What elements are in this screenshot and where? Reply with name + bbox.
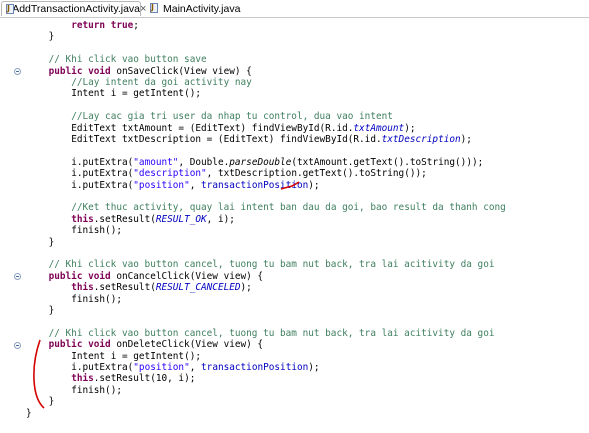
- tab-label: AddTransactionActivity.java: [12, 3, 140, 15]
- code-token: );: [308, 179, 320, 191]
- code-token: );: [460, 134, 472, 145]
- code-token: "amount": [133, 156, 179, 168]
- code-token: );: [308, 362, 320, 373]
- code-line: Intent i = getIntent();: [71, 88, 201, 99]
- code-token: }: [48, 305, 55, 316]
- code-line: }: [49, 237, 55, 248]
- code-token: i.putExtra(: [71, 168, 134, 180]
- code-token: // Khi click vao button save: [48, 54, 207, 66]
- code-token: onSaveClick(View view) {: [110, 65, 252, 77]
- code-token: //Lay intent da goi activity nay: [71, 77, 252, 88]
- code-line: EditText txtDescription = (EditText) fin…: [71, 134, 472, 145]
- code-token: ;: [133, 20, 139, 31]
- code-token: parseDouble: [229, 156, 292, 168]
- code-line: //Lay intent da goi activity nay: [71, 77, 252, 88]
- code-token: onCancelClick(View view) {: [110, 270, 264, 282]
- code-line: i.putExtra("position", transactionPositi…: [71, 362, 319, 373]
- code-token: finish();: [71, 384, 122, 396]
- code-token: }: [26, 407, 32, 419]
- code-token: public void: [48, 339, 111, 351]
- code-line: i.putExtra("position", transactionPositi…: [71, 180, 319, 191]
- tab-mainactivity[interactable]: J MainActivity.java: [146, 1, 246, 16]
- editor-tab-bar: J AddTransactionActivity.java × J MainAc…: [0, 0, 589, 18]
- code-token: txtAmount: [353, 122, 405, 134]
- code-token: finish();: [71, 293, 122, 305]
- code-token: Intent i = getIntent();: [71, 350, 202, 362]
- code-line: }: [26, 408, 32, 419]
- code-token: this: [71, 213, 94, 225]
- code-line: finish();: [71, 385, 122, 396]
- java-file-icon: J: [149, 3, 160, 14]
- tab-addtransactionactivity[interactable]: J AddTransactionActivity.java: [1, 1, 141, 16]
- code-token: }: [48, 31, 55, 43]
- code-token: i.putExtra(: [71, 362, 134, 373]
- code-token: // Khi click vao button cancel, tuong tu…: [48, 259, 495, 271]
- code-token: RESULT_CANCELED: [155, 282, 241, 294]
- code-line: // Khi click vao button cancel, tuong tu…: [49, 259, 495, 270]
- code-token: EditText txtAmount = (EditText) findView…: [71, 122, 354, 134]
- code-token: .setResult(10, i);: [93, 373, 196, 385]
- fold-toggle-icon[interactable]: [14, 341, 21, 349]
- code-token: , i);: [206, 213, 235, 225]
- code-line: public void onSaveClick(View view) {: [49, 66, 252, 77]
- code-token: // Khi click vao button cancel, tuong tu…: [48, 327, 495, 339]
- code-line: this.setResult(RESULT_OK, i);: [71, 214, 235, 225]
- code-token: }: [48, 236, 55, 248]
- code-token: i.putExtra(: [71, 156, 134, 168]
- code-line: //Lay cac gia tri user da nhap tu contro…: [71, 111, 393, 122]
- code-token: }: [48, 396, 55, 408]
- code-token: EditText txtDescription = (EditText) fin…: [71, 134, 382, 145]
- code-line: // Khi click vao button save: [49, 54, 207, 65]
- code-line: }: [49, 305, 55, 316]
- code-line: this.setResult(RESULT_CANCELED);: [71, 282, 252, 293]
- code-line: }: [49, 31, 55, 42]
- code-token: "position": [133, 362, 190, 373]
- code-token: , txtDescription.getText().toString());: [206, 168, 427, 180]
- code-token: public void: [48, 65, 111, 77]
- code-token: i.putExtra(: [71, 179, 134, 191]
- code-line: public void onCancelClick(View view) {: [49, 271, 264, 282]
- java-file-icon: J: [5, 3, 14, 15]
- code-token: , Double.: [178, 156, 230, 168]
- code-line: return true;: [71, 20, 139, 31]
- code-token: .setResult(: [93, 213, 156, 225]
- code-token: RESULT_OK: [155, 213, 207, 225]
- code-token: this: [71, 373, 94, 385]
- code-token: //Ket thuc activity, quay lai intent ban…: [71, 202, 506, 214]
- code-token: transactionPosition: [201, 179, 309, 191]
- fold-toggle-icon[interactable]: [14, 273, 21, 281]
- code-token: transactionPosition: [201, 362, 309, 373]
- code-token: this: [71, 282, 94, 294]
- code-line: i.putExtra("description", txtDescription…: [71, 168, 427, 179]
- code-token: return true: [71, 20, 134, 31]
- code-line: i.putExtra("amount", Double.parseDouble(…: [71, 157, 483, 168]
- code-line: this.setResult(10, i);: [71, 373, 195, 384]
- code-line: finish();: [71, 294, 122, 305]
- code-token: "position": [133, 179, 190, 191]
- code-token: txtDescription: [381, 134, 461, 145]
- code-line: public void onDeleteClick(View view) {: [49, 339, 264, 350]
- code-token: finish();: [71, 225, 122, 237]
- code-token: public void: [48, 270, 111, 282]
- code-token: ,: [189, 362, 202, 373]
- code-line: Intent i = getIntent();: [71, 351, 201, 362]
- code-token: );: [404, 122, 416, 134]
- code-line: EditText txtAmount = (EditText) findView…: [71, 123, 415, 134]
- code-token: ,: [189, 179, 202, 191]
- code-token: (txtAmount.getText().toString()));: [291, 156, 484, 168]
- code-line: //Ket thuc activity, quay lai intent ban…: [71, 202, 506, 213]
- code-token: Intent i = getIntent();: [71, 88, 202, 100]
- fold-toggle-icon[interactable]: [14, 68, 21, 76]
- code-line: }: [49, 396, 55, 407]
- tab-label: MainActivity.java: [163, 2, 241, 15]
- code-line: // Khi click vao button cancel, tuong tu…: [49, 328, 495, 339]
- code-token: .setResult(: [93, 282, 156, 294]
- code-token: "description": [133, 168, 207, 180]
- code-editor[interactable]: return true;} // Khi click vao button sav…: [0, 18, 589, 433]
- code-line: finish();: [71, 225, 122, 236]
- code-token: onDeleteClick(View view) {: [110, 339, 264, 351]
- code-token: //Lay cac gia tri user da nhap tu contro…: [71, 111, 393, 123]
- code-token: );: [240, 282, 252, 294]
